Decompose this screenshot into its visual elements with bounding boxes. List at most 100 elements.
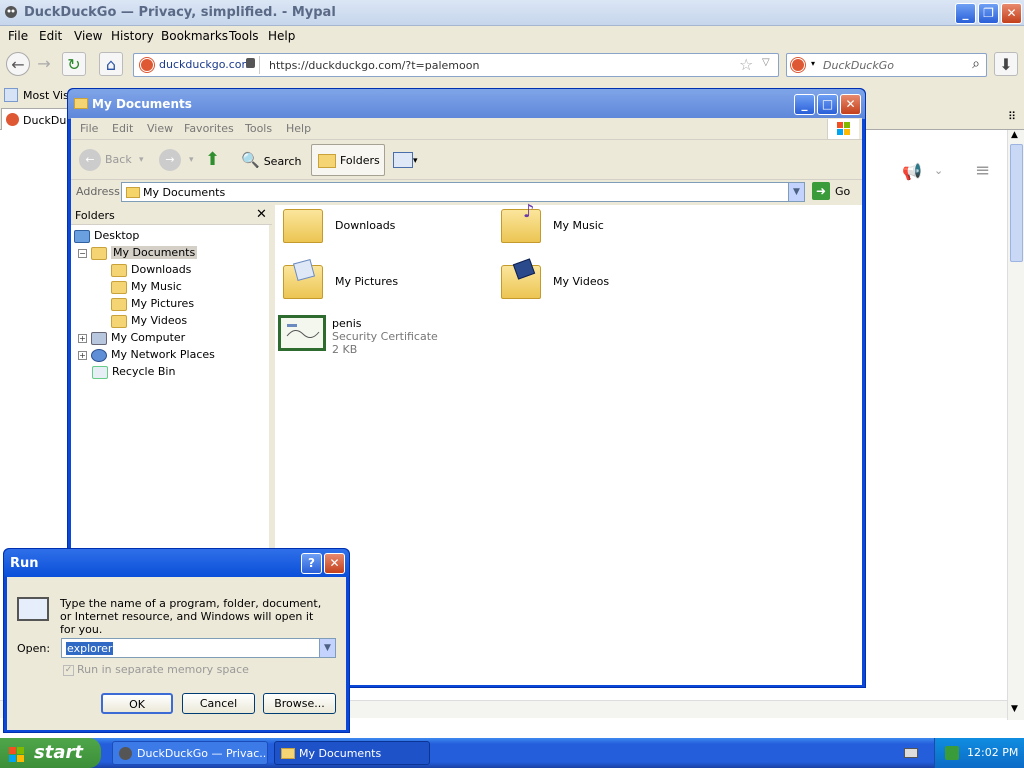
task-browser[interactable]: DuckDuckGo — Privac... xyxy=(112,741,268,765)
forward-arrow-icon[interactable]: → xyxy=(32,52,56,76)
file-name: penis xyxy=(332,317,362,330)
tab-duckduckgo[interactable]: DuckDuc xyxy=(1,108,72,130)
scroll-thumb[interactable] xyxy=(1010,144,1023,262)
reload-icon[interactable]: ↻ xyxy=(62,52,86,76)
expand-icon[interactable]: + xyxy=(78,333,87,343)
go-button[interactable]: Go xyxy=(835,185,850,198)
restore-button[interactable]: ❐ xyxy=(978,3,999,24)
file-item-downloads[interactable]: Downloads xyxy=(283,205,483,255)
ok-button[interactable]: OK xyxy=(101,693,173,714)
chevron-down-icon[interactable]: ⌄ xyxy=(934,164,943,177)
megaphone-icon[interactable]: 📢 xyxy=(902,162,922,181)
tree-item-my-videos[interactable]: My Videos xyxy=(111,312,187,329)
back-button[interactable]: ← Back xyxy=(79,144,139,176)
close-button[interactable]: ✕ xyxy=(1001,3,1022,24)
up-folder-icon[interactable]: ⬆ xyxy=(205,144,229,176)
run-title-bar[interactable]: Run ? ✕ xyxy=(4,549,349,577)
run-title: Run xyxy=(10,556,39,571)
duckduckgo-favicon-icon xyxy=(140,58,154,72)
address-dropdown-icon[interactable]: ▼ xyxy=(788,183,804,201)
network-tray-icon[interactable] xyxy=(945,746,959,760)
tree-item-downloads[interactable]: Downloads xyxy=(111,261,191,278)
collapse-icon[interactable]: − xyxy=(78,248,87,258)
explorer-maximize-button[interactable]: □ xyxy=(817,94,838,115)
folders-button[interactable]: Folders xyxy=(311,144,385,176)
address-field[interactable]: My Documents ▼ xyxy=(121,182,805,202)
menu-history[interactable]: History xyxy=(111,29,154,43)
separate-memory-checkbox[interactable]: ✓ Run in separate memory space xyxy=(63,663,249,676)
tree-item-my-pictures[interactable]: My Pictures xyxy=(111,295,194,312)
tree-item-my-computer[interactable]: + My Computer xyxy=(78,329,185,346)
expand-icon[interactable]: + xyxy=(78,350,87,360)
browser-title-bar: DuckDuckGo — Privacy, simplified. - Mypa… xyxy=(0,0,1024,26)
scroll-down-icon[interactable]: ▼ xyxy=(1011,704,1018,714)
url-dropdown-icon[interactable]: ▽ xyxy=(762,57,770,68)
menu-bookmarks[interactable]: Bookmarks xyxy=(161,29,228,43)
tree-item-my-documents[interactable]: − My Documents xyxy=(78,244,198,261)
explorer-title-bar[interactable]: My Documents _ □ ✕ xyxy=(68,89,865,119)
minimize-button[interactable]: _ xyxy=(955,3,976,24)
hamburger-menu-icon[interactable]: ≡ xyxy=(975,160,990,181)
file-item-my-videos[interactable]: My Videos xyxy=(501,258,701,311)
menu-file[interactable]: File xyxy=(8,29,28,43)
open-dropdown-icon[interactable]: ▼ xyxy=(319,639,335,657)
views-button[interactable]: ▾ xyxy=(393,144,427,176)
open-input[interactable]: explorer ▼ xyxy=(61,638,336,658)
tree-item-my-network-places[interactable]: + My Network Places xyxy=(78,346,215,363)
exp-menu-help[interactable]: Help xyxy=(286,122,311,135)
tree-item-recycle-bin[interactable]: Recycle Bin xyxy=(92,363,175,380)
search-button[interactable]: 🔍 Search xyxy=(241,144,305,176)
search-label: Search xyxy=(263,155,302,168)
url-text[interactable]: https://duckduckgo.com/?t=palemoon xyxy=(269,59,479,72)
browse-button[interactable]: Browse... xyxy=(263,693,336,714)
exp-menu-file[interactable]: File xyxy=(80,122,98,135)
folders-pane-header: Folders ✕ xyxy=(71,205,272,225)
bookmark-star-icon[interactable]: ☆ xyxy=(739,55,753,74)
explorer-minimize-button[interactable]: _ xyxy=(794,94,815,115)
download-icon[interactable]: ⬇ xyxy=(994,52,1018,76)
vertical-scrollbar[interactable]: ▲ ▼ xyxy=(1007,130,1024,720)
menu-view[interactable]: View xyxy=(74,29,102,43)
keyboard-icon[interactable] xyxy=(904,748,918,758)
pictures-folder-icon xyxy=(111,297,127,311)
tab-list-icon[interactable]: ⠿ xyxy=(1008,110,1016,123)
exp-menu-tools[interactable]: Tools xyxy=(245,122,272,135)
home-icon[interactable]: ⌂ xyxy=(99,52,123,76)
start-button[interactable]: start xyxy=(0,738,101,768)
exp-menu-favorites[interactable]: Favorites xyxy=(184,122,234,135)
recycle-bin-icon xyxy=(92,365,108,379)
close-pane-icon[interactable]: ✕ xyxy=(256,207,267,222)
url-bar[interactable]: duckduckgo.com https://duckduckgo.com/?t… xyxy=(133,53,779,77)
engine-dropdown-icon[interactable]: ▾ xyxy=(811,59,815,68)
search-bar[interactable]: ▾ DuckDuckGo ⌕ xyxy=(786,53,987,77)
tree-item-desktop[interactable]: Desktop xyxy=(74,227,139,244)
tree-item-my-music[interactable]: My Music xyxy=(111,278,182,295)
folder-icon xyxy=(283,209,323,243)
file-item-certificate[interactable]: penis Security Certificate 2 KB xyxy=(278,315,498,365)
scroll-up-icon[interactable]: ▲ xyxy=(1011,130,1018,140)
task-label: DuckDuckGo — Privac... xyxy=(137,747,268,760)
menu-tools[interactable]: Tools xyxy=(229,29,259,43)
task-my-documents[interactable]: My Documents xyxy=(274,741,430,765)
folders-label: Folders xyxy=(340,154,380,167)
cancel-button[interactable]: Cancel xyxy=(182,693,255,714)
menu-help[interactable]: Help xyxy=(268,29,295,43)
music-note-icon: ♪ xyxy=(523,201,535,222)
exp-menu-view[interactable]: View xyxy=(147,122,173,135)
file-item-my-music[interactable]: ♪ My Music xyxy=(501,201,701,255)
file-name: My Music xyxy=(553,219,604,232)
go-arrow-icon[interactable]: ➜ xyxy=(812,182,830,200)
forward-button[interactable]: → xyxy=(159,144,181,176)
file-item-my-pictures[interactable]: My Pictures xyxy=(283,258,483,311)
site-identity[interactable]: duckduckgo.com xyxy=(137,56,260,74)
explorer-close-button[interactable]: ✕ xyxy=(840,94,861,115)
back-dropdown-icon[interactable]: ▾ xyxy=(139,144,144,176)
back-arrow-icon[interactable]: ← xyxy=(6,52,30,76)
exp-menu-edit[interactable]: Edit xyxy=(112,122,133,135)
run-close-button[interactable]: ✕ xyxy=(324,553,345,574)
search-icon[interactable]: ⌕ xyxy=(972,56,980,72)
help-button[interactable]: ? xyxy=(301,553,322,574)
forward-dropdown-icon[interactable]: ▾ xyxy=(189,144,194,176)
search-engine-icon[interactable] xyxy=(791,58,805,72)
menu-edit[interactable]: Edit xyxy=(39,29,62,43)
